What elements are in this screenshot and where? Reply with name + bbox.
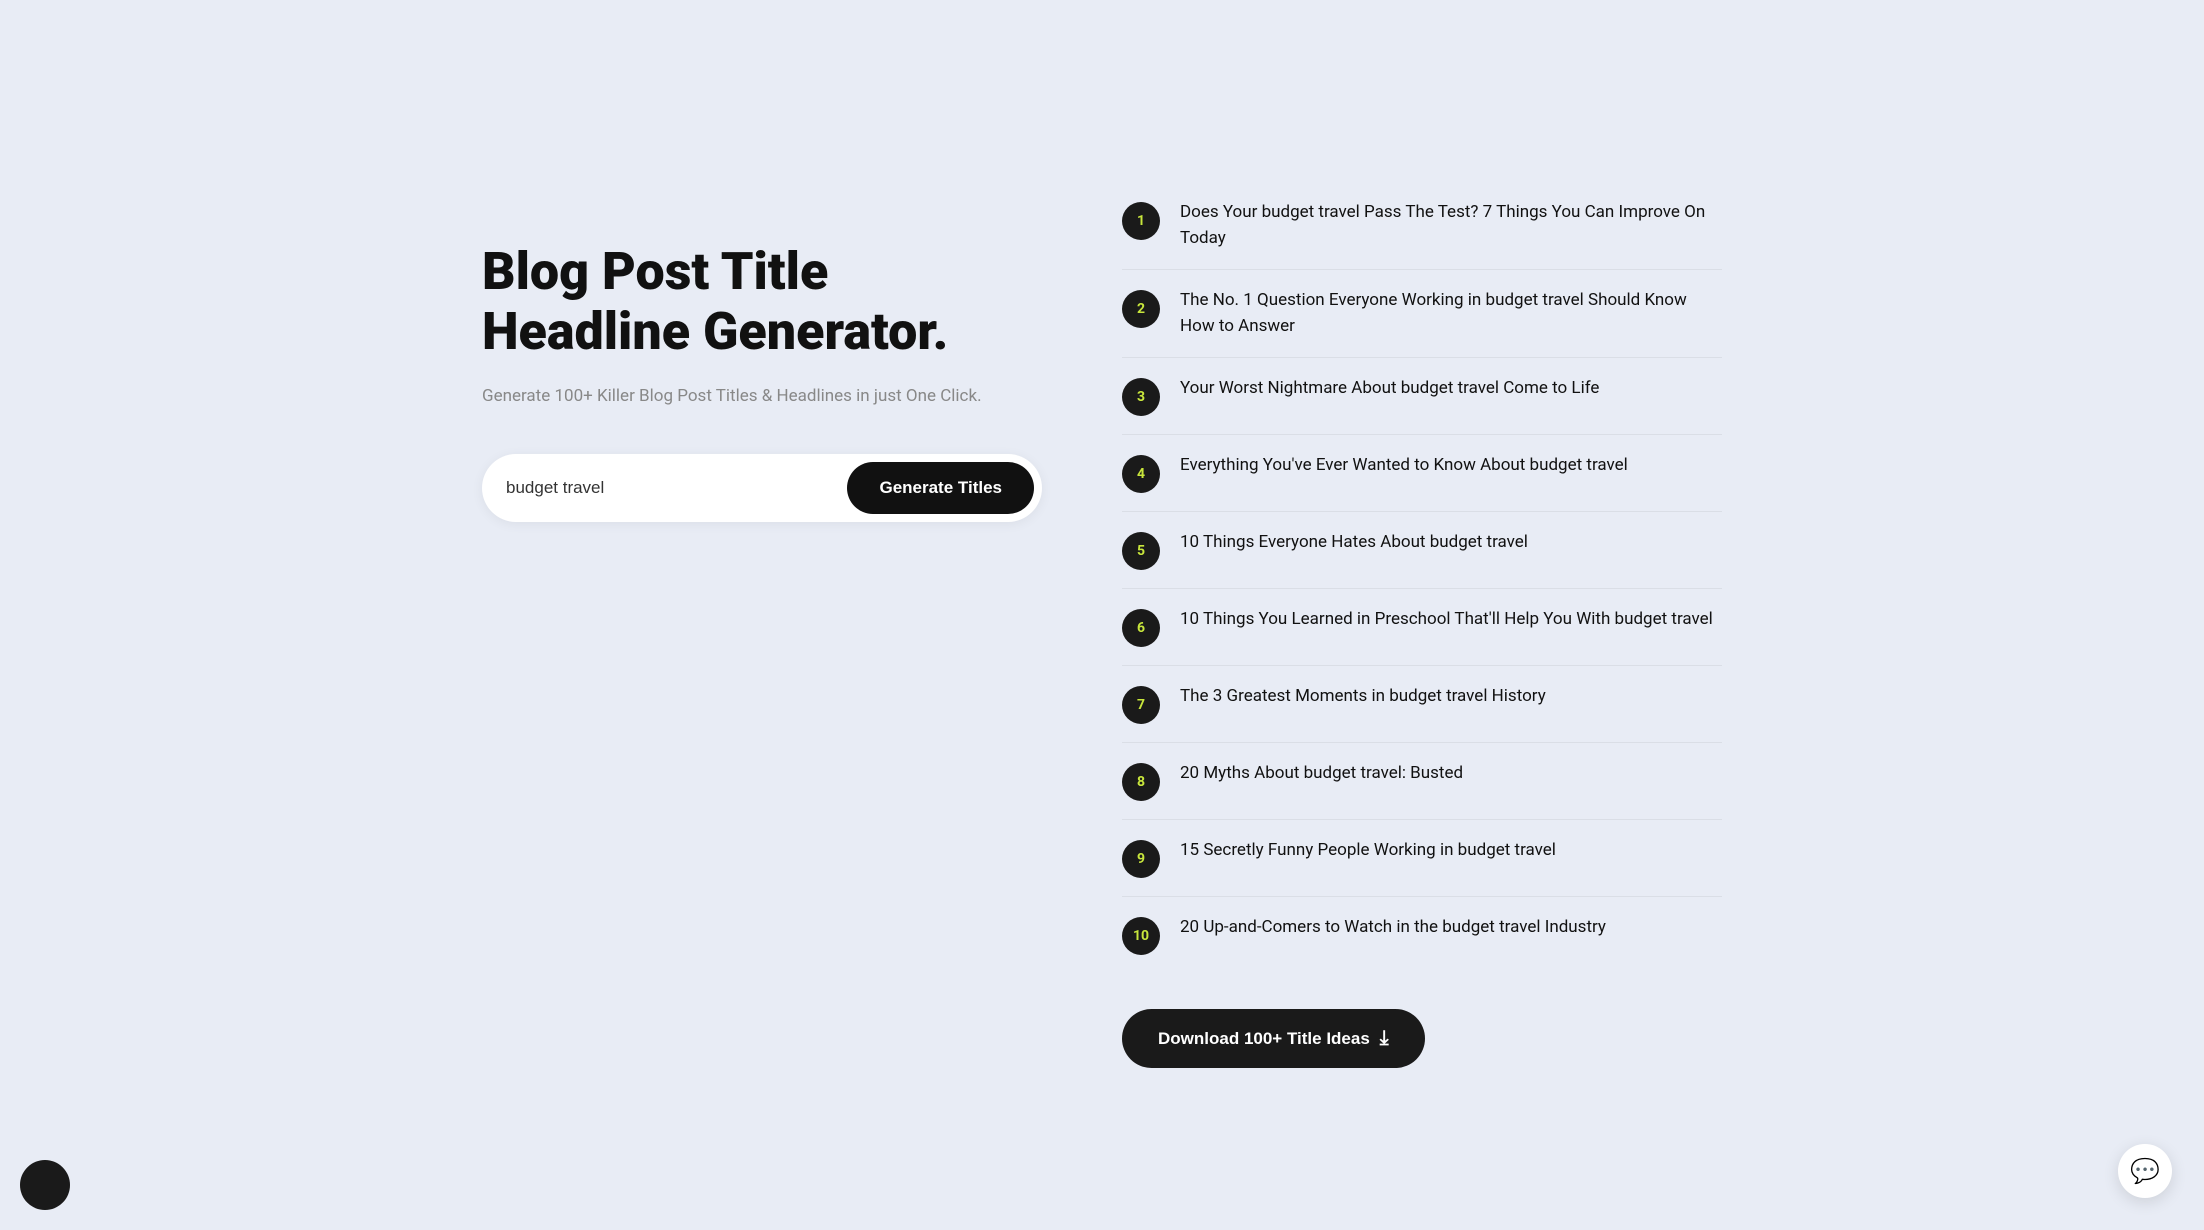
bottom-left-badge: [20, 1160, 70, 1210]
title-text: Does Your budget travel Pass The Test? 7…: [1180, 200, 1722, 251]
number-badge: 7: [1122, 686, 1160, 724]
title-text: 10 Things Everyone Hates About budget tr…: [1180, 530, 1528, 556]
download-button-label: Download 100+ Title Ideas: [1158, 1029, 1370, 1049]
right-panel: 1 Does Your budget travel Pass The Test? …: [1122, 162, 1722, 1068]
download-icon: ⤓: [1380, 1027, 1389, 1050]
title-text: The No. 1 Question Everyone Working in b…: [1180, 288, 1722, 339]
title-text: 20 Myths About budget travel: Busted: [1180, 761, 1463, 787]
title-text: 10 Things You Learned in Preschool That'…: [1180, 607, 1713, 633]
list-item: 4 Everything You've Ever Wanted to Know A…: [1122, 435, 1722, 512]
list-item: 7 The 3 Greatest Moments in budget travel…: [1122, 666, 1722, 743]
number-badge: 4: [1122, 455, 1160, 493]
title-text: 15 Secretly Funny People Working in budg…: [1180, 838, 1556, 864]
number-badge: 8: [1122, 763, 1160, 801]
list-item: 10 20 Up-and-Comers to Watch in the budge…: [1122, 897, 1722, 973]
list-item: 9 15 Secretly Funny People Working in bud…: [1122, 820, 1722, 897]
list-item: 5 10 Things Everyone Hates About budget t…: [1122, 512, 1722, 589]
left-panel: Blog Post Title Headline Generator. Gene…: [482, 162, 1042, 522]
main-container: Blog Post Title Headline Generator. Gene…: [402, 102, 1802, 1128]
titles-list: 1 Does Your budget travel Pass The Test? …: [1122, 182, 1722, 973]
subtitle-text: Generate 100+ Killer Blog Post Titles & …: [482, 386, 1042, 406]
main-heading: Blog Post Title Headline Generator.: [482, 242, 1042, 362]
list-item: 2 The No. 1 Question Everyone Working in …: [1122, 270, 1722, 358]
title-text: 20 Up-and-Comers to Watch in the budget …: [1180, 915, 1606, 941]
list-item: 8 20 Myths About budget travel: Busted: [1122, 743, 1722, 820]
number-badge: 5: [1122, 532, 1160, 570]
download-button[interactable]: Download 100+ Title Ideas ⤓: [1122, 1009, 1425, 1068]
number-badge: 6: [1122, 609, 1160, 647]
list-item: 1 Does Your budget travel Pass The Test? …: [1122, 182, 1722, 270]
title-text: The 3 Greatest Moments in budget travel …: [1180, 684, 1546, 710]
chat-bubble[interactable]: 💬: [2118, 1144, 2172, 1198]
chat-icon: 💬: [2130, 1157, 2160, 1185]
number-badge: 3: [1122, 378, 1160, 416]
number-badge: 1: [1122, 202, 1160, 240]
number-badge: 10: [1122, 917, 1160, 955]
generate-button[interactable]: Generate Titles: [847, 462, 1034, 514]
keyword-input[interactable]: [506, 470, 847, 506]
number-badge: 9: [1122, 840, 1160, 878]
title-text: Your Worst Nightmare About budget travel…: [1180, 376, 1599, 402]
list-item: 6 10 Things You Learned in Preschool That…: [1122, 589, 1722, 666]
input-row: Generate Titles: [482, 454, 1042, 522]
list-item: 3 Your Worst Nightmare About budget trave…: [1122, 358, 1722, 435]
number-badge: 2: [1122, 290, 1160, 328]
title-text: Everything You've Ever Wanted to Know Ab…: [1180, 453, 1628, 479]
